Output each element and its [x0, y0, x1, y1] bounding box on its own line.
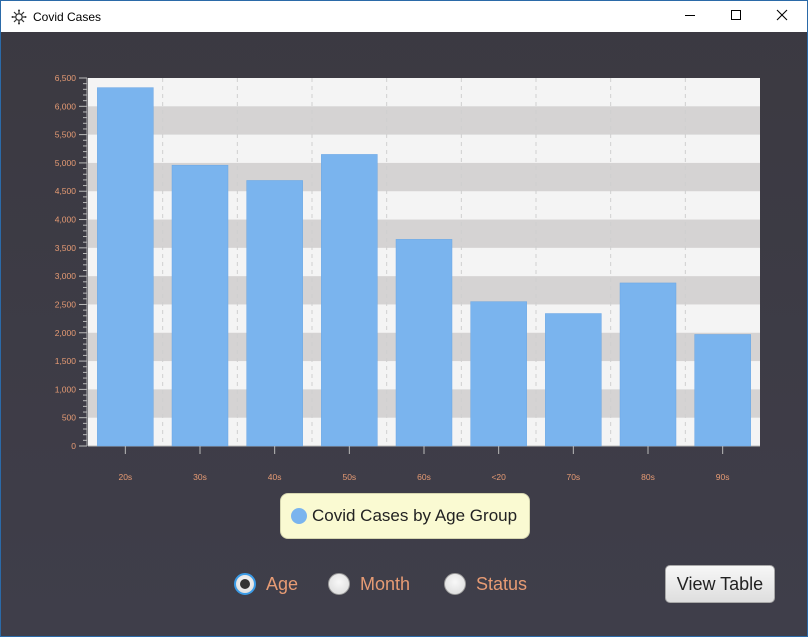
bar-60s — [395, 239, 453, 447]
y-tick-label: 2,000 — [55, 328, 77, 338]
y-tick-label: 2,500 — [55, 299, 77, 309]
close-button[interactable] — [759, 1, 805, 32]
maximize-button[interactable] — [713, 1, 759, 32]
x-tick-label: 70s — [566, 472, 580, 482]
bar-90s — [694, 334, 751, 447]
y-tick-label: 3,500 — [55, 243, 77, 253]
radio-status-label[interactable]: Status — [476, 574, 527, 595]
radio-age-button[interactable] — [234, 573, 256, 595]
x-tick-label: 20s — [118, 472, 132, 482]
radio-selected-dot — [240, 579, 250, 589]
app-window: Covid Cases 0 500 1,000 1,500 2,000 2,500 3,00… — [0, 0, 808, 637]
view-table-button[interactable]: View Table — [665, 565, 775, 603]
radio-month-button[interactable] — [328, 573, 350, 595]
app-icon — [11, 9, 27, 25]
x-tick-label: <20 — [491, 472, 506, 482]
legend-series-swatch — [291, 508, 307, 524]
bar-30s — [171, 164, 229, 447]
y-tick-label: 6,000 — [55, 101, 77, 111]
x-tick-label: 80s — [641, 472, 655, 482]
radio-month-label[interactable]: Month — [360, 574, 410, 595]
legend-series-label: Covid Cases by Age Group — [312, 506, 518, 525]
x-tick-label: 50s — [342, 472, 356, 482]
radio-status-button[interactable] — [444, 573, 466, 595]
chart-svg: 0 500 1,000 1,500 2,000 2,500 3,000 3,500 4,000 4… — [55, 73, 760, 482]
y-tick-label: 1,000 — [55, 384, 77, 394]
radio-status[interactable]: Status — [444, 571, 527, 597]
close-icon — [776, 8, 788, 26]
bar-50s — [321, 154, 378, 447]
grid-band — [88, 106, 760, 135]
bar-<20 — [470, 301, 527, 447]
y-tick-label: 4,500 — [55, 186, 77, 196]
radio-age-label[interactable]: Age — [266, 574, 298, 595]
x-tick-label: 40s — [268, 472, 282, 482]
y-tick-label: 6,500 — [55, 73, 77, 83]
radio-month[interactable]: Month — [328, 571, 410, 597]
radio-age[interactable]: Age — [234, 571, 298, 597]
bar-80s — [619, 282, 677, 447]
bar-chart: 0 500 1,000 1,500 2,000 2,500 3,000 3,500 4,000 4… — [1, 32, 807, 636]
chart-legend: Covid Cases by Age Group — [280, 493, 530, 539]
y-tick-label: 5,500 — [55, 130, 77, 140]
maximize-icon — [730, 8, 742, 26]
y-tick-label: 500 — [62, 413, 76, 423]
minimize-icon — [684, 8, 696, 26]
bar-40s — [246, 180, 303, 447]
x-tick-label: 30s — [193, 472, 207, 482]
y-tick-label: 3,000 — [55, 271, 77, 281]
window-title: Covid Cases — [33, 9, 102, 24]
y-tick-label: 4,000 — [55, 215, 77, 225]
y-tick-label: 1,500 — [55, 356, 77, 366]
x-tick-label: 60s — [417, 472, 431, 482]
minimize-button[interactable] — [667, 1, 713, 32]
bar-70s — [545, 313, 602, 447]
y-tick-label: 5,000 — [55, 158, 77, 168]
x-tick-label: 90s — [716, 472, 730, 482]
y-tick-label: 0 — [71, 441, 76, 451]
title-bar[interactable]: Covid Cases — [1, 1, 807, 32]
bar-20s — [97, 87, 154, 447]
